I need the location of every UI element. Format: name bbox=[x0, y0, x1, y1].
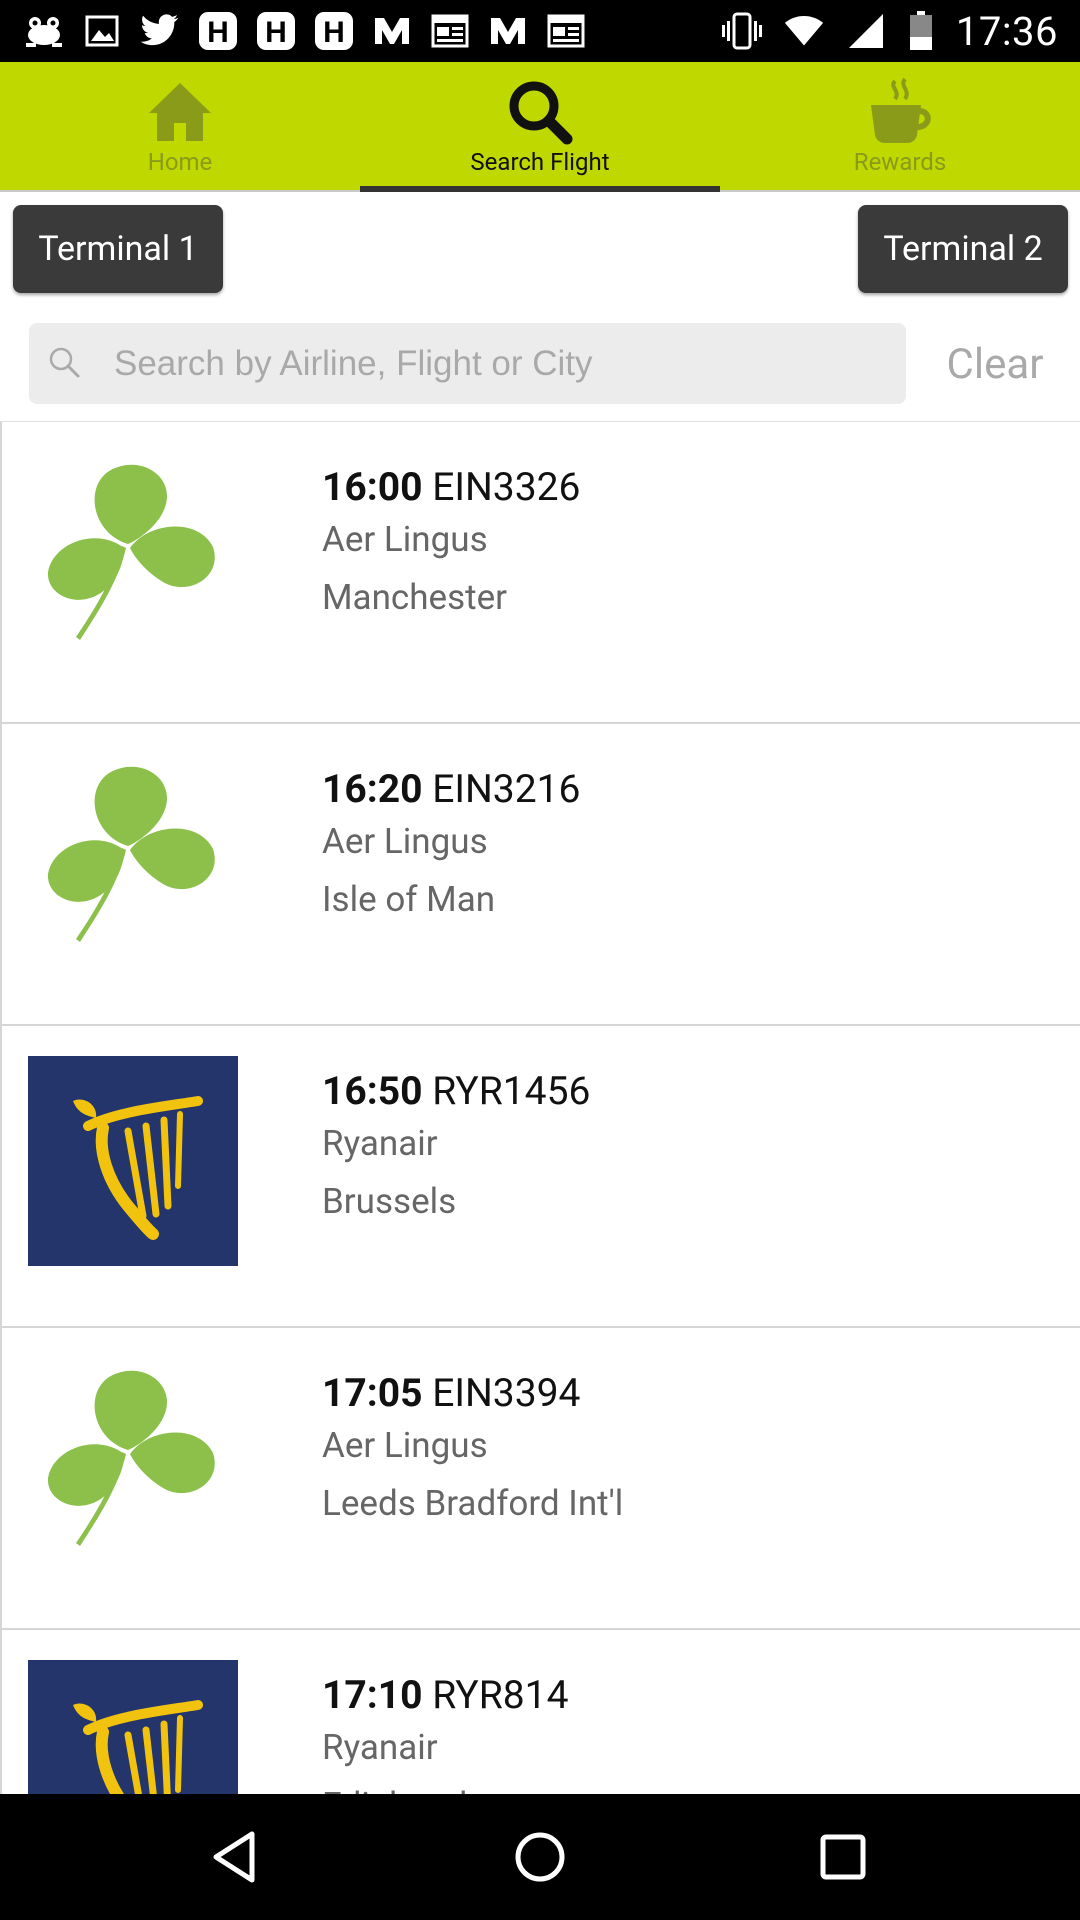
vibrate-icon bbox=[721, 11, 762, 51]
wifi-icon bbox=[784, 11, 824, 51]
h-app-icon: H bbox=[314, 11, 354, 51]
signal-icon bbox=[846, 11, 886, 51]
h-app-icon: H bbox=[198, 11, 238, 51]
system-indicators: 17:36 bbox=[721, 7, 1058, 55]
svg-text:H: H bbox=[323, 16, 345, 49]
tab-bar: Home Search Flight Rewards bbox=[0, 62, 1080, 192]
destination: Brussels bbox=[322, 1181, 457, 1222]
newspaper-icon bbox=[546, 11, 586, 51]
destination: Edinburgh bbox=[322, 1785, 479, 1794]
terminal-2-button[interactable]: Terminal 2 bbox=[858, 205, 1068, 293]
clock: 17:36 bbox=[955, 7, 1058, 55]
flight-time: 16:20 bbox=[322, 766, 423, 812]
news-m-icon bbox=[488, 11, 528, 51]
recents-icon[interactable] bbox=[808, 1822, 878, 1892]
flight-code: RYR1456 bbox=[432, 1068, 591, 1114]
tab-search-flight[interactable]: Search Flight bbox=[360, 62, 720, 192]
airline-name: Ryanair bbox=[322, 1727, 438, 1768]
flight-row[interactable]: 17:05 EIN3394 Aer Lingus Leeds Bradford … bbox=[0, 1328, 1080, 1630]
flight-time: 16:50 bbox=[322, 1068, 423, 1114]
search-input[interactable] bbox=[114, 323, 884, 404]
battery-icon bbox=[908, 11, 934, 51]
h-app-icon: H bbox=[256, 11, 296, 51]
search-field[interactable] bbox=[29, 323, 906, 404]
shamrock-logo bbox=[28, 754, 238, 964]
news-m-icon bbox=[372, 11, 412, 51]
flight-row[interactable]: 16:00 EIN3326 Aer Lingus Manchester bbox=[0, 422, 1080, 724]
search-icon bbox=[45, 343, 85, 383]
active-tab-indicator bbox=[360, 186, 720, 192]
tab-label: Rewards bbox=[853, 148, 947, 176]
destination: Manchester bbox=[322, 577, 508, 618]
svg-text:H: H bbox=[265, 16, 287, 49]
tab-label: Search Flight bbox=[470, 148, 610, 176]
harp-logo bbox=[28, 1056, 238, 1266]
flight-time: 16:00 bbox=[322, 464, 423, 510]
airline-name: Aer Lingus bbox=[322, 1425, 488, 1466]
airline-name: Ryanair bbox=[322, 1123, 438, 1164]
harp-logo bbox=[28, 1660, 238, 1794]
flight-code: EIN3394 bbox=[432, 1370, 581, 1416]
shamrock-logo bbox=[28, 452, 238, 662]
notification-icons: H H H bbox=[24, 8, 586, 54]
coffee-cup-icon bbox=[720, 72, 1080, 152]
flight-code: EIN3326 bbox=[432, 464, 581, 510]
status-bar: H H H 17:36 bbox=[0, 0, 1080, 62]
destination: Leeds Bradford Int'l bbox=[322, 1483, 624, 1524]
flight-row[interactable]: 16:20 EIN3216 Aer Lingus Isle of Man bbox=[0, 724, 1080, 1026]
twitter-icon bbox=[140, 11, 180, 51]
flight-time: 17:05 bbox=[322, 1370, 423, 1416]
flight-code: RYR814 bbox=[432, 1672, 569, 1718]
terminal-1-button[interactable]: Terminal 1 bbox=[13, 205, 223, 293]
flight-row[interactable]: 16:50 RYR1456 Ryanair Brussels bbox=[0, 1026, 1080, 1328]
airline-name: Aer Lingus bbox=[322, 821, 488, 862]
flight-row[interactable]: 17:10 RYR814 Ryanair Edinburgh bbox=[0, 1630, 1080, 1794]
back-icon[interactable] bbox=[200, 1822, 270, 1892]
frog-icon bbox=[24, 11, 64, 51]
tab-rewards[interactable]: Rewards bbox=[720, 62, 1080, 190]
flight-time: 17:10 bbox=[322, 1672, 423, 1718]
tab-home[interactable]: Home bbox=[0, 62, 360, 190]
flight-code: EIN3216 bbox=[432, 766, 581, 812]
image-icon bbox=[82, 11, 122, 51]
home-icon bbox=[0, 72, 360, 152]
airline-name: Aer Lingus bbox=[322, 519, 488, 560]
newspaper-icon bbox=[430, 11, 470, 51]
tab-label: Home bbox=[147, 148, 213, 176]
navigation-bar bbox=[0, 1794, 1080, 1920]
search-icon bbox=[360, 72, 720, 152]
shamrock-logo bbox=[28, 1358, 238, 1568]
home-nav-icon[interactable] bbox=[505, 1822, 575, 1892]
destination: Isle of Man bbox=[322, 879, 496, 920]
svg-text:H: H bbox=[207, 16, 229, 49]
flight-list[interactable]: 16:00 EIN3326 Aer Lingus Manchester 16:2… bbox=[0, 422, 1080, 1794]
clear-button[interactable]: Clear bbox=[930, 330, 1060, 400]
